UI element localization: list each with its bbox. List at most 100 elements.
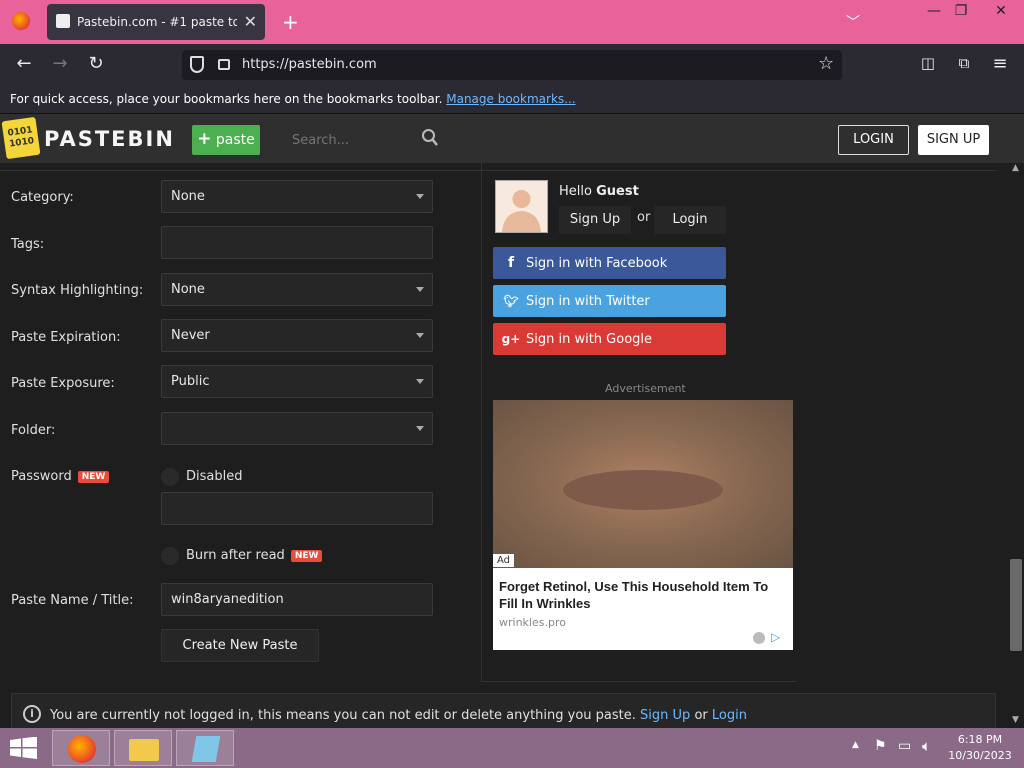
manage-bookmarks-link[interactable]: Manage bookmarks... (446, 92, 575, 106)
expiration-select[interactable]: Never (161, 319, 433, 352)
search-icon[interactable] (421, 128, 439, 148)
close-window-icon[interactable]: ✕ (985, 0, 1017, 24)
start-button[interactable] (10, 736, 38, 759)
bookmark-star-icon[interactable]: ☆ (818, 53, 834, 74)
syntax-value: None (171, 282, 205, 297)
hello-guest: Hello Guest (559, 184, 639, 199)
syntax-label: Syntax Highlighting: (11, 283, 144, 298)
password-label: Password (11, 469, 72, 484)
menu-icon[interactable]: ≡ (990, 53, 1010, 74)
title-label: Paste Name / Title: (11, 593, 134, 608)
password-input[interactable] (161, 492, 433, 525)
forward-icon[interactable]: → (50, 53, 70, 74)
google-label: Sign in with Google (526, 332, 653, 347)
category-label: Category: (11, 190, 74, 205)
page-scrollbar[interactable]: ▲ ▼ (1008, 163, 1024, 728)
scroll-up-icon[interactable]: ▲ (1012, 163, 1019, 173)
notice-or: or (694, 708, 708, 723)
lock-icon[interactable] (218, 59, 230, 70)
chevron-down-icon (416, 426, 424, 431)
ad-image[interactable] (493, 400, 793, 568)
twitter-icon: 🐦︎ (503, 294, 519, 308)
expiration-label: Paste Expiration: (11, 330, 121, 345)
new-badge: NEW (290, 549, 323, 562)
hello-prefix: Hello (559, 184, 592, 199)
extensions-icon[interactable]: ⧉ (954, 54, 974, 72)
google-signin-button[interactable]: g+ Sign in with Google (493, 323, 726, 355)
back-icon[interactable]: ← (14, 53, 34, 74)
exposure-select[interactable]: Public (161, 365, 433, 398)
site-logo-text[interactable]: PASTEBIN (44, 127, 175, 151)
pastebin-logo-icon[interactable]: 0101 1010 (1, 116, 41, 160)
or-text: or (637, 210, 651, 225)
clock-time: 6:18 PM (957, 733, 1003, 746)
tray-expand-icon[interactable]: ▲ (852, 740, 859, 750)
windows-taskbar: ▲ ⚑ ▭ 🔈︎ 6:18 PM 10/30/2023 (0, 728, 1024, 768)
taskbar-explorer[interactable] (114, 730, 172, 766)
sidebar-login-button[interactable]: Login (654, 206, 726, 234)
firefox-icon[interactable] (12, 12, 30, 30)
maximize-icon[interactable]: ❐ (945, 0, 977, 24)
new-badge: NEW (77, 470, 110, 483)
bookmarks-toolbar: For quick access, place your bookmarks h… (0, 86, 1024, 113)
url-text[interactable]: https://pastebin.com (242, 57, 377, 72)
password-toggle[interactable] (161, 468, 179, 486)
reload-icon[interactable]: ↻ (86, 53, 106, 74)
facebook-signin-button[interactable]: f Sign in with Facebook (493, 247, 726, 279)
ad-close-icon[interactable] (753, 632, 765, 644)
tags-input[interactable] (161, 226, 433, 259)
create-paste-button[interactable]: Create New Paste (161, 629, 319, 662)
site-header: 0101 1010 PASTEBIN + paste LOGIN SIGN UP (0, 113, 1024, 163)
title-input[interactable]: win8aryanedition (161, 583, 433, 616)
twitter-signin-button[interactable]: 🐦︎ Sign in with Twitter (493, 285, 726, 317)
network-icon[interactable]: ▭ (898, 738, 911, 754)
syntax-select[interactable]: None (161, 273, 433, 306)
notepad-icon (191, 736, 221, 762)
notice-login-link[interactable]: Login (712, 708, 747, 723)
new-paste-button[interactable]: + paste (192, 125, 260, 155)
twitter-label: Sign in with Twitter (526, 294, 650, 309)
chevron-down-icon (416, 333, 424, 338)
browser-titlebar: Pastebin.com - #1 paste tool since 2002!… (0, 0, 1024, 44)
login-notice: i You are currently not logged in, this … (11, 693, 996, 733)
google-plus-icon: g+ (501, 332, 521, 346)
signup-button[interactable]: SIGN UP (918, 125, 989, 155)
pocket-icon[interactable]: ◫ (918, 54, 938, 72)
burn-toggle[interactable] (161, 547, 179, 565)
ad-headline[interactable]: Forget Retinol, Use This Household Item … (499, 578, 789, 612)
ad-choices-icon[interactable]: ▷ (771, 630, 785, 644)
search-input[interactable] (282, 125, 442, 155)
taskbar-firefox[interactable] (52, 730, 110, 766)
taskbar-clock[interactable]: 6:18 PM 10/30/2023 (945, 732, 1015, 764)
volume-icon[interactable]: 🔈︎ (922, 737, 931, 755)
windows-logo-icon (10, 736, 37, 759)
scroll-down-icon[interactable]: ▼ (1012, 715, 1019, 725)
ad-label: Advertisement (605, 382, 686, 395)
password-label-row: Password NEW (11, 469, 110, 484)
url-bar[interactable]: https://pastebin.com ☆ (182, 50, 842, 80)
chevron-down-icon (416, 287, 424, 292)
ad-domain[interactable]: wrinkles.pro (499, 616, 566, 629)
plus-icon: + (197, 129, 212, 149)
login-button[interactable]: LOGIN (838, 125, 909, 155)
taskbar-app[interactable] (176, 730, 234, 766)
title-value: win8aryanedition (171, 592, 284, 607)
sidebar: Hello Guest Sign Up or Login f Sign in w… (481, 163, 796, 682)
scroll-thumb[interactable] (1010, 559, 1022, 651)
ad-tag: Ad (493, 554, 515, 567)
sidebar-signup-button[interactable]: Sign Up (559, 206, 631, 234)
tab-list-chevron-icon[interactable]: ﹀ (846, 12, 860, 32)
tab-close-icon[interactable]: ✕ (244, 12, 257, 31)
advertisement[interactable]: Ad Forget Retinol, Use This Household It… (493, 400, 793, 650)
shield-icon[interactable] (190, 56, 204, 73)
burn-label: Burn after read (186, 548, 285, 563)
tags-label: Tags: (11, 237, 45, 252)
avatar (495, 180, 548, 233)
new-tab-icon[interactable]: + (282, 10, 299, 34)
password-toggle-label: Disabled (186, 469, 243, 484)
folder-select[interactable] (161, 412, 433, 445)
tab-pastebin[interactable]: Pastebin.com - #1 paste tool since 2002!… (47, 4, 265, 40)
action-center-flag-icon[interactable]: ⚑ (874, 738, 887, 754)
notice-signup-link[interactable]: Sign Up (640, 708, 690, 723)
category-select[interactable]: None (161, 180, 433, 213)
